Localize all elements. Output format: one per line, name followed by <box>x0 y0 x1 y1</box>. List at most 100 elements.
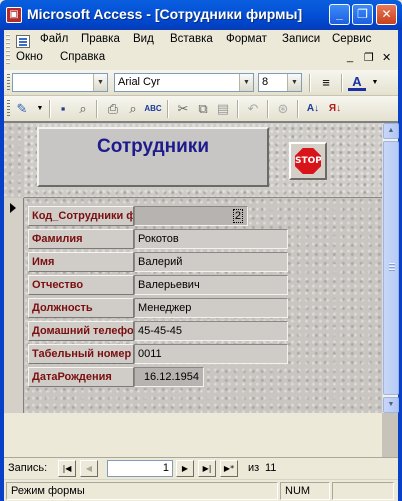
total-records: 11 <box>265 462 277 474</box>
chevron-down-icon[interactable]: ▼ <box>31 100 49 118</box>
font-size-combo[interactable]: 8 ▼ <box>258 73 302 92</box>
chevron-down-icon[interactable]: ▼ <box>93 74 107 91</box>
stop-button[interactable]: STOP <box>289 142 327 180</box>
field-position[interactable]: Менеджер <box>134 298 288 318</box>
cut-icon[interactable]: ✂ <box>174 100 192 118</box>
menu-records[interactable]: Записи <box>282 33 320 45</box>
font-name-value: Arial Cyr <box>118 76 161 88</box>
last-record-button[interactable]: ▶| <box>198 460 216 477</box>
field-home-phone[interactable]: 45-45-45 <box>134 321 288 341</box>
doc-close-button[interactable]: ✕ <box>382 51 391 64</box>
search-file-icon[interactable]: ⌕ <box>74 100 92 118</box>
toolbar-separator <box>309 74 310 92</box>
menu-view[interactable]: Вид <box>133 33 154 45</box>
toolbar-grip[interactable] <box>7 74 10 92</box>
status-num: NUM <box>280 482 330 500</box>
menubar-grip[interactable] <box>6 34 10 66</box>
next-record-button[interactable]: ▶ <box>176 460 194 477</box>
label-first-name: Имя <box>28 252 134 272</box>
font-color-icon[interactable]: A <box>348 74 366 91</box>
field-birth-date[interactable]: 16.12.1954 <box>134 367 204 387</box>
status-mode: Режим формы <box>6 482 278 500</box>
field-first-name[interactable]: Валерий <box>134 252 288 272</box>
hyperlink-icon[interactable]: ⊛ <box>274 100 292 118</box>
access-app-icon[interactable]: ▣ <box>6 7 22 23</box>
save-icon[interactable]: ▪ <box>54 100 72 118</box>
record-navigation-bar: Запись: |◀ ◀ 1 ▶ ▶| ▶* из 11 <box>4 457 398 479</box>
menu-edit[interactable]: Правка <box>81 33 120 45</box>
new-record-button[interactable]: ▶* <box>220 460 238 477</box>
design-view-icon[interactable]: ✎ <box>13 100 31 118</box>
undo-icon[interactable]: ↶ <box>244 100 262 118</box>
doc-restore-button[interactable]: ❐ <box>364 51 374 64</box>
toolbar-separator <box>267 100 268 118</box>
menu-insert[interactable]: Вставка <box>170 33 213 45</box>
form-empty-area <box>4 413 382 459</box>
toolbar-separator <box>49 100 50 118</box>
thumb-grip <box>389 269 395 270</box>
copy-icon[interactable]: ⧉ <box>194 100 212 118</box>
toolbar-separator <box>341 74 342 92</box>
field-last-name[interactable]: Рокотов <box>134 229 288 249</box>
print-preview-icon[interactable]: ⌕ <box>124 100 142 118</box>
toolbar-separator <box>167 100 168 118</box>
field-patronymic[interactable]: Валерьевич <box>134 275 288 295</box>
label-employee-id: Код_Сотрудники ф <box>28 206 134 226</box>
menu-format[interactable]: Формат <box>226 33 267 45</box>
menu-help[interactable]: Справка <box>60 51 105 63</box>
scroll-up-button[interactable]: ▲ <box>383 123 399 139</box>
record-selector[interactable] <box>4 198 24 413</box>
font-name-combo[interactable]: Arial Cyr ▼ <box>114 73 254 92</box>
chevron-down-icon[interactable]: ▼ <box>287 74 301 91</box>
vertical-scrollbar[interactable]: ▲ ▼ <box>382 123 399 413</box>
sort-descending-icon[interactable]: Я↓ <box>326 100 344 118</box>
align-icon[interactable]: ≡ <box>317 74 335 92</box>
toolbar-separator <box>237 100 238 118</box>
close-button[interactable]: ✕ <box>376 4 397 25</box>
of-label: из <box>248 462 260 474</box>
record-label: Запись: <box>8 462 48 474</box>
form-view-toolbar: ✎ ▼ ▪ ⌕ ⎙ ⌕ ABC ✂ ⧉ ▤ ↶ ⊛ A↓ Я↓ <box>4 96 398 122</box>
status-empty <box>332 482 394 500</box>
label-position: Должность <box>28 298 134 318</box>
field-employee-id-value: 2 <box>232 209 243 223</box>
toolbar-separator <box>96 100 97 118</box>
label-patronymic: Отчество <box>28 275 134 295</box>
first-record-button[interactable]: |◀ <box>58 460 76 477</box>
menu-file[interactable]: Файл <box>40 33 68 45</box>
document-icon[interactable] <box>16 35 30 48</box>
maximize-button[interactable]: ❐ <box>352 4 373 25</box>
print-icon[interactable]: ⎙ <box>104 100 122 118</box>
scroll-thumb[interactable] <box>383 141 399 395</box>
form-header: Сотрудники STOP <box>24 123 382 198</box>
label-personnel-number: Табельный номер <box>28 344 134 364</box>
font-size-value: 8 <box>262 76 269 88</box>
paste-icon[interactable]: ▤ <box>214 100 232 118</box>
field-personnel-number[interactable]: 0011 <box>134 344 288 364</box>
scroll-down-button[interactable]: ▼ <box>383 397 399 413</box>
toolbar-grip[interactable] <box>7 100 10 118</box>
status-bar: Режим формы NUM <box>4 479 398 501</box>
minimize-button[interactable]: _ <box>329 4 350 25</box>
label-birth-date: ДатаРождения <box>28 367 134 387</box>
sort-ascending-icon[interactable]: A↓ <box>304 100 322 118</box>
current-record-input[interactable]: 1 <box>107 460 173 477</box>
title-bar: ▣ Microsoft Access - [Сотрудники фирмы] … <box>0 0 402 30</box>
chevron-down-icon[interactable]: ▼ <box>366 74 384 92</box>
chevron-down-icon[interactable]: ▼ <box>239 74 253 91</box>
label-last-name: Фамилия <box>28 229 134 249</box>
object-combo[interactable]: ▼ <box>12 73 108 92</box>
spelling-icon[interactable]: ABC <box>144 100 162 118</box>
previous-record-button[interactable]: ◀ <box>80 460 98 477</box>
current-record-arrow-icon <box>10 203 16 213</box>
field-employee-id[interactable]: 2 <box>134 206 248 226</box>
thumb-grip <box>389 263 395 264</box>
toolbar-separator <box>297 100 298 118</box>
menu-window[interactable]: Окно <box>16 51 43 63</box>
thumb-grip <box>389 266 395 267</box>
menu-bar: Файл Правка Вид Вставка Формат Записи Се… <box>4 30 398 70</box>
doc-minimize-button[interactable]: _ <box>347 51 353 63</box>
menu-tools[interactable]: Сервис <box>332 33 371 45</box>
stop-sign-icon: STOP <box>295 148 321 174</box>
form-window: Сотрудники STOP Код_Сотрудники ф 2 Фамил… <box>4 121 399 459</box>
